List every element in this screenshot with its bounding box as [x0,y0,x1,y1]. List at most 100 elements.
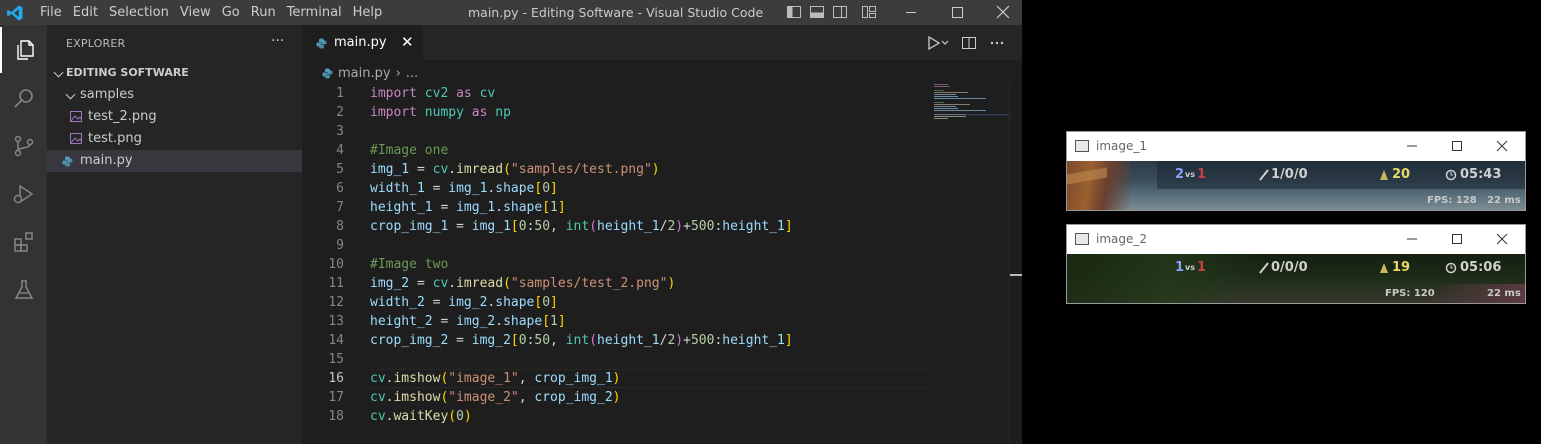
hud-right-score: 1 [1197,260,1207,275]
code-line: height_1 = img_1.shape[1] [370,200,566,215]
sword-icon [1259,169,1269,181]
breadcrumb-separator: › [395,66,401,81]
window-controls [888,0,1022,25]
maximize-icon [952,7,963,18]
code-line: height_2 = img_2.shape[1] [370,314,566,329]
menu-help[interactable]: Help [353,0,390,25]
search-icon [13,89,33,108]
window-title: main.py - Editing Software - Visual Stud… [468,5,764,20]
menu-terminal[interactable]: Terminal [287,0,349,25]
run-python-file-icon[interactable] [927,35,949,51]
source-control-icon [14,135,33,157]
code-line: crop_img_2 = img_2[0:50, int(height_1/2)… [370,333,793,348]
code-comment: #Image two [370,257,449,272]
customize-layout-icon[interactable] [861,4,877,20]
tab-bar: main.py ✕ [302,25,1022,60]
menu-view[interactable]: View [180,0,218,25]
code-line: img_1 = cv.imread("samples/test.png") [370,162,660,177]
minion-icon [1380,263,1388,273]
tree-file-main-py[interactable]: main.py [47,150,302,172]
toggle-primary-sidebar-icon[interactable] [786,4,802,20]
maximize-button[interactable] [934,0,980,25]
extensions-activity[interactable] [0,219,47,265]
workspace-folder[interactable]: EDITING SOFTWARE [47,62,302,84]
hud-kda: 0/0/0 [1271,260,1308,275]
minimize-icon [1407,145,1417,147]
explorer-activity[interactable] [0,27,47,73]
tree-file-test-2[interactable]: test_2.png [47,106,302,128]
run-debug-activity[interactable] [0,171,47,217]
tab-close-icon[interactable]: ✕ [401,33,414,51]
menu-run[interactable]: Run [251,0,283,25]
tree-file-test[interactable]: test.png [47,128,302,150]
sword-icon [1259,262,1269,274]
run-debug-icon [13,184,33,204]
opencv-image-crop: 2 vs 1 1/0/0 20 05:43 FPS: 128 22 ms [1067,161,1525,210]
more-actions-icon[interactable] [989,35,1005,51]
minimize-button[interactable] [888,0,934,25]
minimap[interactable] [934,83,1010,123]
hud-score-separator: vs [1185,263,1195,272]
source-control-activity[interactable] [0,123,47,169]
tree-file-label: main.py [80,153,133,168]
title-bar: File Edit Selection View Go Run Terminal… [0,0,1022,25]
opencv-title-bar[interactable]: image_1 [1067,132,1525,161]
line-number: 12 [328,295,344,310]
vscode-window: File Edit Selection View Go Run Terminal… [0,0,1022,444]
close-button[interactable] [980,0,1022,25]
opencv-window-icon [1075,140,1089,152]
close-icon [1496,140,1508,152]
code-line: crop_img_1 = img_1[0:50, int(height_1/2)… [370,219,793,234]
maximize-button[interactable] [1434,228,1480,250]
tab-main-py[interactable]: main.py ✕ [302,25,423,60]
line-number: 9 [336,238,344,253]
editor-actions [927,35,1005,51]
opencv-title-bar[interactable]: image_2 [1067,225,1525,254]
code-line: width_2 = img_2.shape[0] [370,295,558,310]
opencv-window-title: image_1 [1096,139,1148,153]
close-button[interactable] [1479,135,1525,157]
menu-go[interactable]: Go [222,0,247,25]
python-file-icon [62,156,73,167]
vertical-scrollbar[interactable] [1009,84,1022,444]
line-number-active: 16 [328,371,344,386]
workspace-folder-label: EDITING SOFTWARE [66,66,189,79]
maximize-icon [1452,234,1462,244]
minimize-button[interactable] [1389,228,1435,250]
chevron-down-icon [65,89,76,100]
minimize-button[interactable] [1389,135,1435,157]
breadcrumb-file[interactable]: main.py [338,66,391,81]
line-number: 6 [336,181,344,196]
opencv-window-image-1[interactable]: image_1 2 vs 1 1/0/0 20 05:43 FPS: 128 2… [1066,131,1526,211]
close-button[interactable] [1479,228,1525,250]
more-actions-icon[interactable]: ··· [271,33,284,49]
line-number: 15 [328,352,344,367]
opencv-window-image-2[interactable]: image_2 1 vs 1 0/0/0 19 05:06 FPS: 120 2… [1066,224,1526,304]
opencv-image-crop: 1 vs 1 0/0/0 19 05:06 FPS: 120 22 ms [1067,254,1525,303]
explorer-sidebar: EXPLORER ··· EDITING SOFTWARE samples te… [47,25,302,444]
testing-activity[interactable] [0,267,47,313]
maximize-button[interactable] [1434,135,1480,157]
menu-edit[interactable]: Edit [73,0,105,25]
editor-area: main.py ✕ main.py › ... 1 2 3 4 5 6 7 8 [302,25,1022,444]
toggle-secondary-sidebar-icon[interactable] [832,4,848,20]
hud-cs: 19 [1392,260,1411,275]
game-terrain [1067,254,1267,303]
image-file-icon [70,111,82,122]
menu-selection[interactable]: Selection [109,0,176,25]
hud-time: 05:43 [1460,167,1502,182]
tree-folder-samples[interactable]: samples [47,84,302,106]
menu-file[interactable]: File [40,0,69,25]
split-editor-icon[interactable] [961,35,977,51]
sidebar-title: EXPLORER [66,37,126,50]
line-number: 18 [328,409,344,424]
clock-icon [1445,262,1457,274]
breadcrumb-symbols[interactable]: ... [406,66,418,81]
hud-left-score: 1 [1175,260,1185,275]
files-icon [16,40,34,60]
search-activity[interactable] [0,75,47,121]
toggle-panel-icon[interactable] [809,4,825,20]
line-number: 3 [336,124,344,139]
hud-ping: 22 ms [1487,288,1521,299]
hud-kda: 1/0/0 [1271,167,1308,182]
